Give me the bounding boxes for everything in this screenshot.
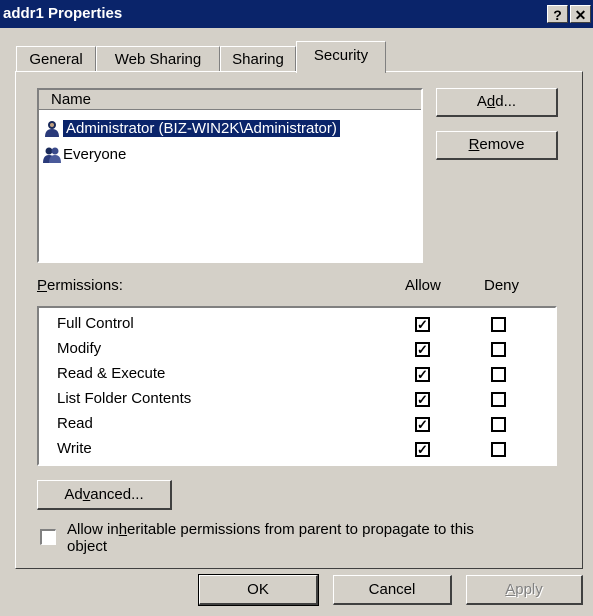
permissions-label-text: ermissions: (47, 277, 123, 294)
deny-checkbox-full-control[interactable] (491, 317, 506, 332)
tab-sharing[interactable]: Sharing (220, 46, 296, 72)
list-item-everyone[interactable]: Everyone (43, 144, 126, 166)
allow-checkbox-full-control[interactable]: ✓ (415, 317, 430, 332)
inherit-mnemonic: h (118, 521, 128, 538)
deny-checkbox-read[interactable] (491, 417, 506, 432)
title-bar[interactable]: addr1 Properties ? ✕ (0, 0, 593, 28)
deny-checkbox-read-execute[interactable] (491, 367, 506, 382)
inherit-checkbox[interactable] (40, 529, 56, 545)
user-list[interactable]: Name Administrator (BIZ-WIN2K\Administra… (37, 88, 423, 263)
permissions-mnemonic: P (37, 277, 48, 294)
allow-checkbox-write[interactable]: ✓ (415, 442, 430, 457)
allow-checkbox-read-execute[interactable]: ✓ (415, 367, 430, 382)
allow-checkbox-read[interactable]: ✓ (415, 417, 430, 432)
permission-modify: Modify (57, 340, 102, 357)
permission-read-execute: Read & Execute (57, 365, 166, 382)
advanced-label-b: anced... (90, 486, 144, 503)
allow-header: Allow (405, 277, 441, 294)
cancel-button[interactable]: Cancel (333, 575, 452, 605)
remove-label-b: emove (479, 136, 525, 153)
deny-checkbox-write[interactable] (491, 442, 506, 457)
add-label-mnemonic: d (486, 93, 496, 110)
window-title: addr1 Properties (3, 5, 123, 22)
close-button[interactable]: ✕ (570, 5, 591, 23)
allow-checkbox-modify[interactable]: ✓ (415, 342, 430, 357)
add-button[interactable]: Add... (436, 88, 558, 117)
permissions-label: Permissions: (37, 277, 123, 294)
permission-list-folder: List Folder Contents (57, 390, 192, 407)
list-header-name[interactable]: Name (39, 90, 421, 110)
inherit-text-b: eritable permissions from parent to prop… (127, 521, 474, 538)
deny-header: Deny (484, 277, 520, 294)
deny-checkbox-modify[interactable] (491, 342, 506, 357)
advanced-button[interactable]: Advanced... (37, 480, 172, 510)
remove-label-mnemonic: R (468, 136, 480, 153)
tab-general[interactable]: General (16, 46, 96, 72)
close-icon: ✕ (574, 7, 587, 23)
inherit-text-line2: object (67, 538, 108, 555)
apply-mnemonic: A (505, 581, 516, 598)
permission-write: Write (57, 440, 92, 457)
tab-web-sharing[interactable]: Web Sharing (96, 46, 220, 72)
permission-full-control: Full Control (57, 315, 134, 332)
user-label: Administrator (BIZ-WIN2K\Administrator) (63, 120, 340, 137)
deny-checkbox-list-folder[interactable] (491, 392, 506, 407)
permission-read: Read (57, 415, 93, 432)
user-icon (45, 121, 59, 138)
properties-dialog: addr1 Properties ? ✕ General Web Sharing… (0, 0, 593, 616)
inherit-label[interactable]: Allow inheritable permissions from paren… (67, 521, 474, 555)
help-button[interactable]: ? (547, 5, 568, 23)
remove-button[interactable]: Remove (436, 131, 558, 160)
ok-button[interactable]: OK (198, 574, 319, 606)
permissions-list[interactable]: Full Control ✓ Modify ✓ Read & Execute ✓… (37, 306, 557, 466)
advanced-label-a: Ad (64, 486, 83, 503)
allow-checkbox-list-folder[interactable]: ✓ (415, 392, 430, 407)
inherit-text-a: Allow in (67, 521, 119, 538)
add-label-a: A (476, 93, 487, 110)
group-icon (43, 147, 61, 164)
apply-button[interactable]: Apply (466, 575, 583, 605)
apply-label-b: pply (515, 581, 543, 598)
list-item-administrator[interactable]: Administrator (BIZ-WIN2K\Administrator) (43, 118, 340, 140)
add-label-b: d... (495, 93, 517, 110)
group-label: Everyone (63, 146, 127, 163)
tab-security[interactable]: Security (296, 41, 386, 73)
